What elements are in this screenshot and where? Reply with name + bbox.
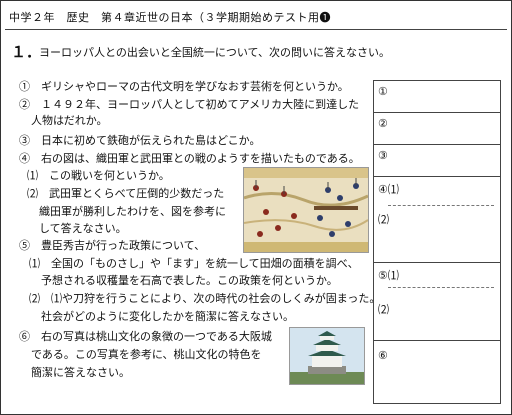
answer-label-3: ③ <box>378 149 388 162</box>
page-title: 中学２年 歴史 第４章近世の日本（３学期期始めテスト用❶ <box>9 11 331 24</box>
answer-box-2[interactable]: ② <box>373 112 501 145</box>
answer-label-6: ⑥ <box>378 349 388 362</box>
item-2: ② １４９２年、ヨーロッパ人として初めてアメリカ大陸に到達した <box>19 98 360 111</box>
answer-label-4-2: ⑵ <box>378 213 389 226</box>
item-5-1: ⑴ 全国の「ものさし」や「ます」を統一して田畑の面積を調べ、 <box>29 257 359 270</box>
answer-box-4[interactable]: ④⑴ ⑵ <box>373 176 501 263</box>
header-divider <box>5 29 507 30</box>
item-4-2: ⑵ 武田軍とくらべて圧倒的少数だった <box>27 187 225 200</box>
item-3: ③ 日本に初めて鉄砲が伝えられた島はどこか。 <box>19 134 261 147</box>
item-6-cont2: 簡潔に答えなさい。 <box>31 366 130 379</box>
osaka-castle-photo <box>289 327 365 385</box>
answer-divider <box>388 205 494 206</box>
item-1: ① ギリシャやローマの古代文明を学びなおす芸術を何というか。 <box>19 80 349 93</box>
question-number: １． <box>11 43 42 61</box>
item-5-2-cont: 社会がどのように変化したかを簡潔に答えなさい。 <box>41 310 294 323</box>
item-5-1-cont: 予想される収穫量を石高で表した。この政策を何というか。 <box>41 274 338 287</box>
answer-divider <box>388 287 494 288</box>
battle-screen-image <box>243 167 369 253</box>
item-4-2-cont2: して答えなさい。 <box>39 222 127 235</box>
answer-label-5-2: ⑵ <box>378 303 389 316</box>
question-text: ヨーロッパ人との出会いと全国統一について、次の問いに答えなさい。 <box>39 46 391 59</box>
item-6: ⑥ 右の写真は桃山文化の象徴の一つである大阪城 <box>19 330 272 343</box>
item-5: ⑤ 豊臣秀吉が行った政策について、 <box>19 239 206 252</box>
worksheet: 中学２年 歴史 第４章近世の日本（３学期期始めテスト用❶ １． ヨーロッパ人との… <box>0 0 512 415</box>
item-2-cont: 人物はだれか。 <box>31 114 108 127</box>
answer-box-1[interactable]: ① <box>373 80 501 113</box>
answer-label-2: ② <box>378 117 388 130</box>
item-4-1: ⑴ この戦いを何というか。 <box>27 169 170 182</box>
answer-box-6[interactable]: ⑥ <box>373 340 501 404</box>
answer-label-4-1: ④⑴ <box>378 183 399 196</box>
item-4: ④ 右の図は、織田軍と武田軍との戦のようすを描いたものである。 <box>19 152 360 165</box>
answer-label-1: ① <box>378 85 388 98</box>
answer-label-5-1: ⑤⑴ <box>378 269 399 282</box>
item-4-2-cont: 織田軍が勝利したわけを、図を参考に <box>39 205 226 218</box>
item-5-2: ⑵ ⑴や刀狩を行うことにより、次の時代の社会のしくみが固まった。 <box>29 292 381 305</box>
answer-box-3[interactable]: ③ <box>373 144 501 177</box>
item-6-cont: である。この写真を参考に、桃山文化の特色を <box>31 348 262 361</box>
answer-box-5[interactable]: ⑤⑴ ⑵ <box>373 262 501 341</box>
